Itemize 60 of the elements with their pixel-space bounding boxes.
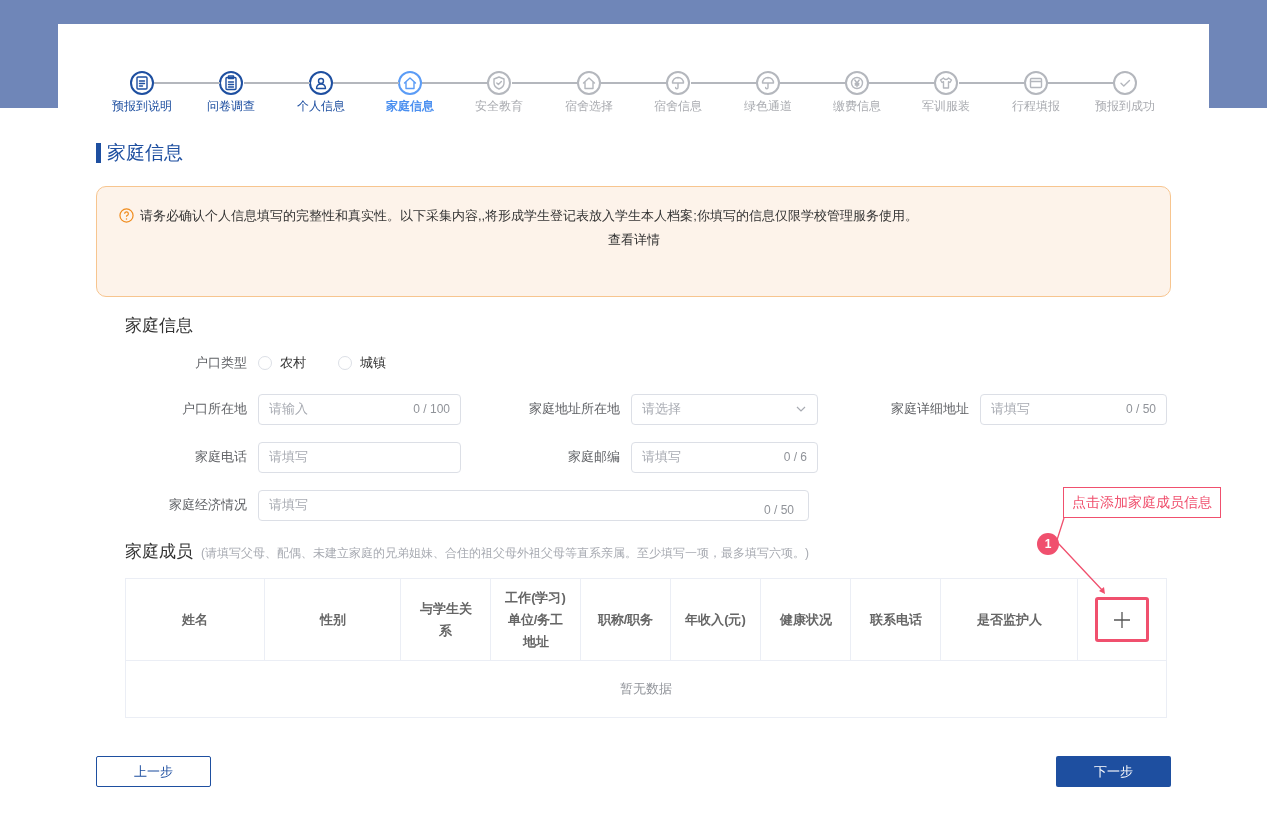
placeholder-text: 请填写	[642, 448, 682, 467]
column-header: 性别	[265, 579, 401, 660]
column-header: 职称/职务	[581, 579, 671, 660]
column-header: 姓名	[126, 579, 265, 660]
callout-label: 点击添加家庭成员信息	[1063, 487, 1221, 518]
empty-table-text: 暂无数据	[619, 680, 673, 699]
step-label[interactable]: 宿舍信息	[654, 97, 703, 115]
step-label[interactable]: 缴费信息	[832, 97, 881, 115]
field-label: 家庭经济情况	[168, 496, 248, 515]
members-hint: (请填写父母、配偶、未建立家庭的兄弟姐妹、合住的祖父母外祖父母等直系亲属。至少填写一项，最多填写六项。)	[201, 544, 809, 562]
step-label[interactable]: 预报到成功	[1094, 97, 1155, 115]
view-details-link[interactable]: 查看详情	[607, 230, 660, 250]
placeholder-text: 请填写	[991, 400, 1031, 419]
character-counter: 0 / 50	[763, 501, 794, 519]
step-label[interactable]: 行程填报	[1011, 97, 1060, 115]
page-title: 家庭信息	[107, 141, 183, 165]
title-accent-bar	[96, 143, 101, 164]
column-header: 与学生关系	[401, 579, 491, 660]
step-label[interactable]: 安全教育	[475, 97, 524, 115]
plus-icon	[1113, 610, 1131, 629]
field-label: 户口所在地	[181, 400, 248, 419]
character-counter: 0 / 100	[413, 401, 450, 418]
field-label: 户口类型	[194, 354, 248, 372]
placeholder-text: 请选择	[642, 400, 682, 419]
column-header: 年收入(元)	[671, 579, 761, 660]
field-label: 家庭电话	[194, 448, 248, 467]
step-label[interactable]: 绿色通道	[743, 97, 792, 115]
field-label: 家庭邮编	[567, 448, 621, 467]
textarea-field[interactable]: 请填写 0 / 50	[258, 489, 809, 521]
character-counter: 0 / 6	[783, 449, 807, 466]
step-label[interactable]: 个人信息	[296, 97, 345, 115]
placeholder-text: 请输入	[269, 400, 309, 419]
select-field[interactable]: 请选择	[631, 393, 818, 425]
step-label[interactable]: 预报到说明	[112, 97, 172, 115]
radio-option[interactable]: 农村	[258, 353, 306, 373]
column-header: 工作(学习)单位/务工地址	[491, 579, 581, 660]
input-field[interactable]: 请填写 0 / 6	[631, 441, 818, 473]
step-label[interactable]: 宿舍选择	[564, 97, 613, 115]
field-label: 家庭详细地址	[890, 400, 970, 419]
question-icon	[119, 207, 134, 223]
notice-text: 请务必确认个人信息填写的完整性和真实性。以下采集内容,,将形成学生登记表放入学生本人档案;你填写的信息仅限学校管理服务使用。	[140, 206, 918, 225]
input-field[interactable]: 请填写 0 / 50	[980, 393, 1167, 425]
column-header: 健康状况	[761, 579, 851, 660]
step-label[interactable]: 军训服装	[922, 97, 971, 115]
column-header: 是否监护人	[941, 579, 1078, 660]
step-label[interactable]: 问卷调查	[207, 97, 256, 115]
input-field[interactable]: 请填写	[258, 441, 461, 473]
column-header: 联系电话	[851, 579, 941, 660]
placeholder-text: 请填写	[269, 448, 309, 467]
character-counter: 0 / 50	[1125, 401, 1156, 418]
step-label[interactable]: 家庭信息	[386, 97, 435, 115]
radio-option[interactable]: 城镇	[338, 353, 386, 373]
input-field[interactable]: 请输入 0 / 100	[258, 393, 461, 425]
placeholder-text: 请填写	[269, 496, 309, 515]
next-button[interactable]: 下一步	[1056, 756, 1171, 787]
previous-button[interactable]: 上一步	[96, 756, 211, 787]
add-member-button[interactable]	[1095, 597, 1149, 642]
field-label: 家庭地址所在地	[528, 400, 621, 419]
section-title: 家庭信息	[125, 314, 194, 337]
section-title: 家庭成员	[125, 540, 193, 563]
